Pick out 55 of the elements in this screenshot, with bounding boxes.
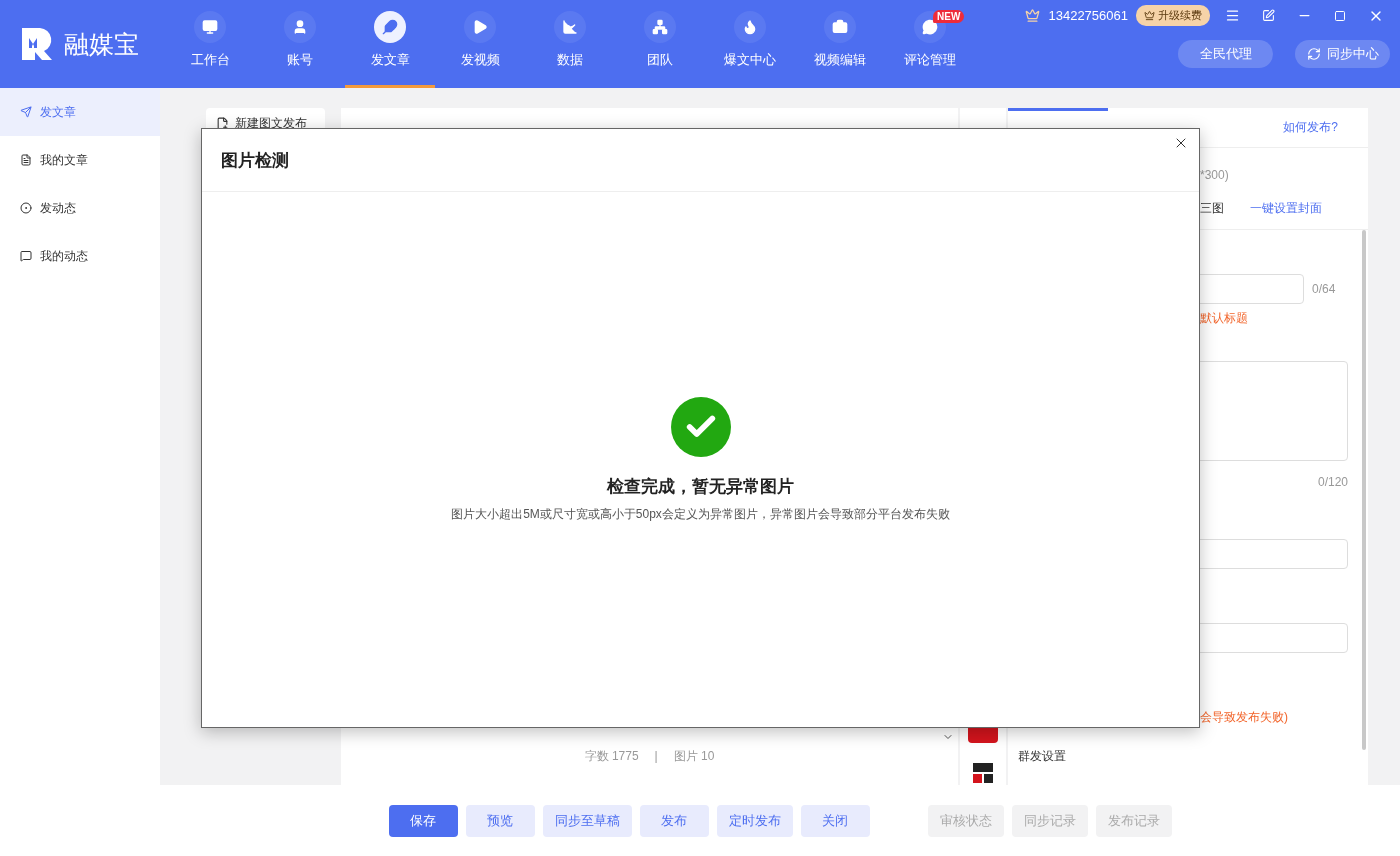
nav-icon (194, 11, 226, 43)
action-button[interactable]: 发布 (639, 804, 709, 837)
nav-tab[interactable]: 发视频 (435, 0, 525, 88)
nav-tab[interactable]: NEW 评论管理 (885, 0, 975, 88)
scrollbar[interactable] (1362, 230, 1366, 750)
action-button[interactable]: 关闭 (800, 804, 870, 837)
nav-tab[interactable]: 视频编辑 (795, 0, 885, 88)
nav-tab[interactable]: 工作台 (165, 0, 255, 88)
group-label: 群发设置 (1018, 749, 1066, 763)
nav-icon (554, 11, 586, 43)
nav-icon (464, 11, 496, 43)
upgrade-button[interactable]: 升级续费 (1136, 5, 1210, 26)
action-button[interactable]: 预览 (465, 804, 535, 837)
sidebar-item[interactable]: 发文章 (0, 88, 160, 136)
action-button[interactable]: 同步至草稿 (542, 804, 632, 837)
image-count: 图片 10 (673, 749, 715, 763)
nav-tab[interactable]: 账号 (255, 0, 345, 88)
original-note: 会导致发布失败) (1200, 709, 1288, 726)
cover-link[interactable]: 一键设置封面 (1250, 200, 1322, 217)
sidebar-icon (20, 250, 32, 262)
nav-icon (734, 11, 766, 43)
new-badge: NEW (933, 10, 965, 23)
title-hint: 默认标题 (1200, 310, 1248, 327)
nav-icon (644, 11, 676, 43)
summary-count: 0/120 (1317, 475, 1348, 489)
app-name: 融媒宝 (64, 28, 139, 60)
word-count: 字数 1775 (584, 749, 639, 763)
add-file-icon (216, 116, 229, 130)
crown-icon (1025, 8, 1041, 23)
sidebar-icon (20, 202, 32, 214)
cover-option: 三图 (1200, 200, 1224, 217)
header-button[interactable]: 同步中心 (1295, 40, 1390, 68)
size-hint: *300) (1200, 168, 1229, 182)
help-link[interactable]: 如何发布? (1283, 119, 1338, 136)
nav-tab[interactable]: 爆文中心 (705, 0, 795, 88)
crown-icon (1144, 10, 1155, 21)
nav-icon (374, 11, 406, 43)
header-button[interactable]: 全民代理 (1178, 40, 1273, 68)
nav-tab[interactable]: 数据 (525, 0, 615, 88)
platform-icon[interactable] (971, 761, 995, 785)
sidebar-icon (20, 154, 32, 166)
title-count: 0/64 (1312, 282, 1336, 296)
refresh-icon (1306, 47, 1321, 61)
dialog-title: 图片检测 (221, 149, 289, 172)
nav-icon (824, 11, 856, 43)
action-button[interactable]: 定时发布 (716, 804, 793, 837)
nav-tab[interactable]: 发文章 (345, 0, 435, 88)
action-button[interactable]: 保存 (388, 804, 458, 837)
result-note: 图片大小超出5M或尺寸宽或高小于50px会定义为异常图片，异常图片会导致部分平台发布失败 (451, 506, 950, 523)
nav-tab[interactable]: 团队 (615, 0, 705, 88)
separator: | (654, 749, 658, 763)
nav-icon (284, 11, 316, 43)
sidebar-icon (20, 106, 32, 118)
result-title: 检查完成，暂无异常图片 (607, 476, 794, 498)
phone-number: 13422756061 (1048, 8, 1128, 23)
